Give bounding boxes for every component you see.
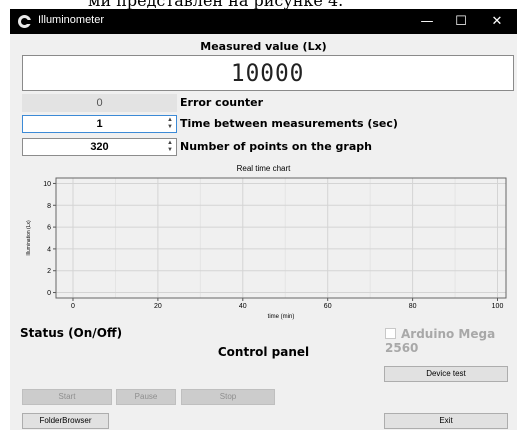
time-between-label: Time between measurements (sec) <box>180 117 398 130</box>
status-label: Status (On/Off) <box>20 326 123 340</box>
real-time-chart: 0 20 40 60 80 100 0 2 4 6 8 10 time (min) Illuminat… <box>26 177 507 320</box>
spin-down-icon[interactable]: ▼ <box>165 147 175 154</box>
x-tick-label: 20 <box>154 303 162 310</box>
y-tick-label: 10 <box>43 181 51 188</box>
points-label: Number of points on the graph <box>180 140 372 153</box>
chart-ticks: 0 20 40 60 80 100 0 2 4 6 8 10 <box>43 181 503 310</box>
spin-down-icon[interactable]: ▼ <box>165 124 175 131</box>
y-tick-label: 6 <box>47 225 51 232</box>
start-button[interactable]: Start <box>22 389 112 405</box>
exit-button[interactable]: Exit <box>384 413 508 429</box>
device-test-button[interactable]: Device test <box>384 366 508 382</box>
x-tick-label: 0 <box>71 303 75 310</box>
folder-browser-button[interactable]: FolderBrowser <box>22 413 109 429</box>
error-counter-label: Error counter <box>180 96 264 109</box>
time-between-spinbox[interactable]: 1 ▲ ▼ <box>22 115 177 133</box>
plot-frame <box>55 177 507 299</box>
measured-value: 10000 <box>231 59 305 87</box>
y-tick-label: 4 <box>47 246 51 253</box>
minimize-button[interactable]: — <box>410 9 444 34</box>
spin-up-icon[interactable]: ▲ <box>165 117 175 124</box>
points-spinbox[interactable]: 320 ▲ ▼ <box>22 138 177 156</box>
y-axis-label: Illumination (Lx) <box>26 220 32 256</box>
maximize-button[interactable]: ☐ <box>444 9 478 34</box>
app-logo-icon <box>18 15 32 28</box>
x-tick-label: 100 <box>492 303 504 310</box>
x-tick-label: 60 <box>324 303 332 310</box>
main-window: Measured value (Lx) 10000 0 Error counte… <box>10 34 517 430</box>
x-tick-label: 40 <box>239 303 247 310</box>
window-title: Illuminometer <box>38 14 105 26</box>
spin-arrows: ▲ ▼ <box>165 117 175 131</box>
x-tick-label: 80 <box>409 303 417 310</box>
measured-value-label: Measured value (Lx) <box>200 40 327 53</box>
x-axis-label: time (min) <box>268 314 295 320</box>
measured-value-display: 10000 <box>22 55 514 91</box>
spin-up-icon[interactable]: ▲ <box>165 140 175 147</box>
pause-button[interactable]: Pause <box>116 389 176 405</box>
error-counter-field: 0 <box>22 94 177 112</box>
document-caption-fragment: ми представлен на рисунке 4. <box>0 0 517 9</box>
y-tick-label: 2 <box>47 268 51 275</box>
control-panel-heading: Control panel <box>217 345 310 359</box>
checkbox-icon[interactable] <box>385 328 396 339</box>
spin-arrows: ▲ ▼ <box>165 140 175 154</box>
stop-button[interactable]: Stop <box>181 389 275 405</box>
points-value: 320 <box>90 141 109 153</box>
close-button[interactable]: ✕ <box>480 9 514 34</box>
y-tick-label: 8 <box>47 203 51 210</box>
time-between-value: 1 <box>96 118 103 130</box>
y-tick-label: 0 <box>47 290 51 297</box>
caption-text: ми представлен на рисунке 4. <box>88 0 343 9</box>
chart-grid <box>56 178 506 298</box>
title-bar[interactable]: Illuminometer — ☐ ✕ <box>10 9 517 34</box>
